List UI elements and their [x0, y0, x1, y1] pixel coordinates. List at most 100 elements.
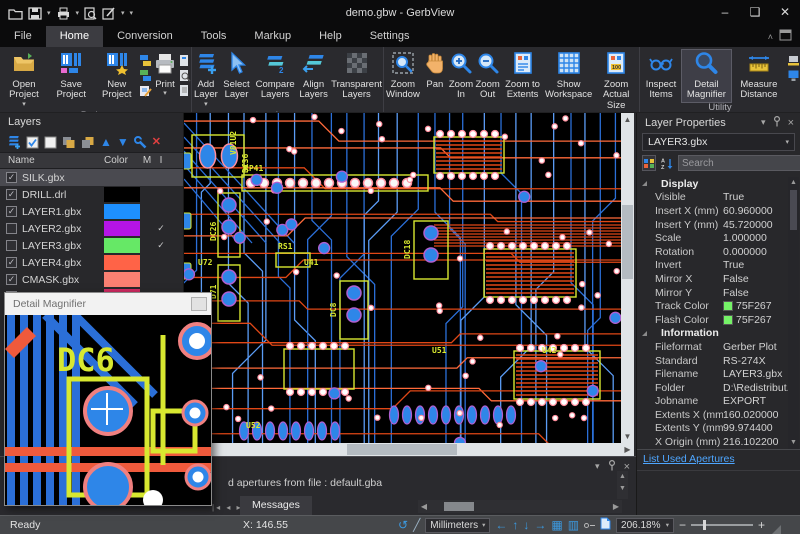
property-row[interactable]: Invert True: [637, 259, 789, 273]
canvas-vertical-scrollbar[interactable]: ▲ ▼: [621, 113, 634, 443]
layer-selector-dropdown[interactable]: LAYER3.gbx ▾: [642, 133, 795, 151]
column-name[interactable]: Name: [0, 155, 104, 166]
grid-icon[interactable]: ▦: [551, 517, 562, 534]
layer-color-swatch[interactable]: [104, 238, 140, 253]
close-button[interactable]: ✕: [770, 0, 800, 26]
zoom-in-slider-icon[interactable]: +: [758, 518, 765, 532]
add-layer-button[interactable]: Add Layer▾: [192, 50, 220, 110]
categorize-button[interactable]: [642, 155, 656, 171]
messages-scroll-thumb[interactable]: [444, 502, 474, 511]
zoom-out-slider-icon[interactable]: −: [679, 518, 686, 532]
property-row[interactable]: Insert Y (mm) 45.720000: [637, 218, 789, 232]
messages-scrollbar[interactable]: ▲▼: [617, 471, 628, 499]
save-icon[interactable]: [28, 7, 42, 20]
property-row[interactable]: Extents Y (mm) 99.974400: [637, 422, 789, 436]
layer-row[interactable]: ✓ DRILL.drl: [0, 186, 183, 203]
open-file-icon[interactable]: [8, 7, 23, 20]
property-row[interactable]: Fileformat Gerber Plot: [637, 340, 789, 354]
column-color[interactable]: Color: [104, 155, 140, 166]
add-layers-icon[interactable]: [6, 135, 21, 149]
detail-magnifier-button[interactable]: Detail Magnifier: [682, 50, 731, 102]
save-project-button[interactable]: Save Project: [48, 50, 95, 102]
align-layers-button[interactable]: Align Layers: [297, 50, 330, 102]
menu-tab[interactable]: Tools: [187, 26, 241, 47]
magnifier-title-bar[interactable]: Detail Magnifier: [5, 293, 211, 315]
messages-tab[interactable]: Messages: [240, 496, 312, 515]
snap-grid-icon[interactable]: ▥: [568, 517, 579, 534]
move-layer-down-icon[interactable]: ▼: [117, 136, 129, 149]
print-icon[interactable]: [56, 7, 71, 20]
open-project-button[interactable]: Open Project▾: [0, 50, 48, 110]
zoom-out-button[interactable]: Zoom Out: [474, 50, 501, 102]
layer-color-swatch[interactable]: [104, 221, 140, 236]
magnifier-button[interactable]: [191, 297, 207, 311]
properties-menu-icon[interactable]: ▾: [761, 117, 766, 128]
property-row[interactable]: Extents X (mm) 160.020000: [637, 408, 789, 422]
column-m[interactable]: M: [140, 155, 154, 166]
pcb-viewport[interactable]: U72DC36DC26D71RP41V81U2DC8RS1U41DC18U51U…: [184, 113, 621, 443]
refresh-icon[interactable]: ↺: [398, 517, 408, 534]
property-row[interactable]: Information: [637, 327, 789, 341]
check-all-layers-icon[interactable]: [26, 136, 39, 149]
detail-magnifier-window[interactable]: Detail Magnifier DC6: [4, 292, 212, 506]
menu-tab[interactable]: Home: [46, 26, 103, 47]
property-row[interactable]: Insert X (mm) 60.960000: [637, 204, 789, 218]
collapse-ribbon-icon[interactable]: ˄: [768, 32, 773, 42]
layer-settings-wrench-icon[interactable]: [134, 136, 147, 149]
property-row[interactable]: Filename LAYER3.gbx: [637, 367, 789, 381]
zoom-level-dropdown[interactable]: 206.18% ▾: [616, 518, 674, 533]
utility-tool-2-icon[interactable]: [787, 69, 800, 82]
maximize-button[interactable]: ❑: [740, 0, 770, 26]
arrow-left-icon[interactable]: ←: [495, 517, 507, 534]
origin-marker-icon[interactable]: [584, 523, 595, 528]
minimize-button[interactable]: –: [710, 0, 740, 26]
select-layer-button[interactable]: Select Layer: [220, 50, 253, 102]
markup-dropdown-icon[interactable]: ▾: [121, 9, 125, 17]
prop-scroll-up-icon[interactable]: ▲: [788, 177, 799, 189]
project-tool-3-icon[interactable]: [139, 84, 152, 97]
zoom-to-extents-button[interactable]: Zoom to Extents: [501, 50, 544, 102]
measure-distance-button[interactable]: Measure Distance: [731, 50, 787, 102]
property-row[interactable]: Folder D:\Redistribut...: [637, 381, 789, 395]
layer-row[interactable]: ✓ CMASK.gbx: [0, 271, 183, 288]
menu-tab[interactable]: Settings: [356, 26, 424, 47]
layer-visibility-checkbox[interactable]: [6, 240, 17, 251]
prop-scroll-thumb[interactable]: [790, 190, 797, 230]
inspect-items-button[interactable]: Inspect Items: [640, 50, 682, 102]
qat-customize-icon[interactable]: ▾: [130, 9, 134, 17]
horizontal-scroll-thumb[interactable]: [347, 444, 457, 455]
zoom-window-button[interactable]: Zoom Window: [384, 50, 422, 102]
remove-layer-icon[interactable]: ✕: [152, 136, 161, 149]
messages-scroll-left-icon[interactable]: ◀: [418, 500, 430, 513]
markup-icon[interactable]: [102, 7, 116, 20]
scroll-down-icon[interactable]: ▼: [621, 430, 634, 443]
messages-horizontal-scrollbar[interactable]: ◀ ▶: [418, 500, 622, 513]
line-tool-icon[interactable]: ╱: [413, 517, 420, 534]
print-setup-icon[interactable]: [178, 54, 191, 67]
messages-scroll-down-icon[interactable]: ▼: [617, 483, 628, 495]
prop-scroll-down-icon[interactable]: ▼: [788, 437, 799, 449]
sort-button[interactable]: AZ: [660, 155, 674, 171]
layer-visibility-checkbox[interactable]: ✓: [6, 257, 17, 268]
transparent-layers-button[interactable]: Transparent Layers: [330, 50, 383, 102]
ribbon-options-icon[interactable]: [779, 29, 792, 44]
property-row[interactable]: Mirror Y False: [637, 286, 789, 300]
utility-tool-1-icon[interactable]: [787, 54, 800, 67]
property-row[interactable]: Track Color 75F267: [637, 299, 789, 313]
property-row[interactable]: Scale 1.000000: [637, 231, 789, 245]
zoom-in-button[interactable]: Zoom In: [448, 50, 474, 102]
layer-color-swatch[interactable]: [104, 204, 140, 219]
zoom-actual-size-button[interactable]: 100 Zoom Actual Size: [593, 50, 639, 112]
list-used-apertures-link[interactable]: List Used Apertures: [643, 453, 735, 465]
project-tool-1-icon[interactable]: [139, 54, 152, 67]
move-layer-up-icon[interactable]: ▲: [100, 136, 112, 149]
print-preview-small-icon[interactable]: [178, 69, 191, 82]
print-options-icon[interactable]: [178, 84, 191, 97]
page-icon[interactable]: [600, 517, 611, 533]
property-row[interactable]: X Origin (mm) 216.102200: [637, 435, 789, 449]
merge-layers-icon[interactable]: [81, 136, 95, 149]
property-row[interactable]: Flash Color 75F267: [637, 313, 789, 327]
property-row[interactable]: Standard RS-274X: [637, 354, 789, 368]
menu-tab[interactable]: Conversion: [103, 26, 187, 47]
zoom-slider-handle[interactable]: [703, 520, 706, 530]
